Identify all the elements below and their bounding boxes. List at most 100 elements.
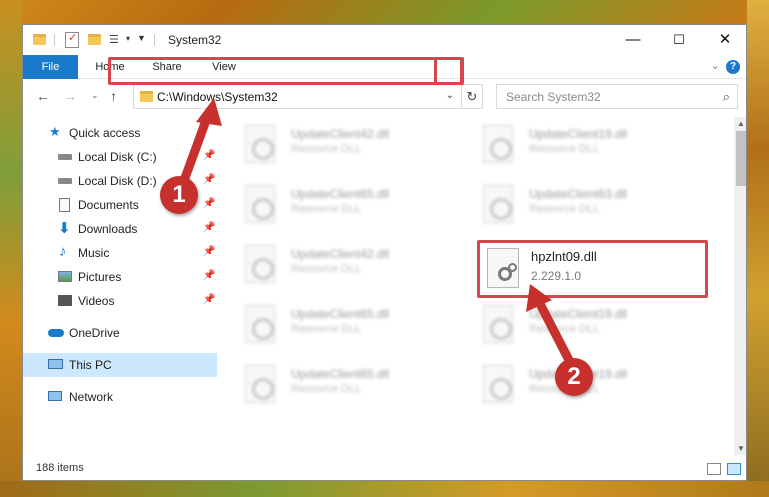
sidebar-item-pictures[interactable]: Pictures 📌 [23,265,217,289]
sidebar-item-this-pc[interactable]: This PC [23,353,217,377]
pictures-icon [58,271,72,282]
search-placeholder: Search System32 [506,90,601,104]
dll-file-icon [483,365,513,403]
desktop-background-right [747,0,769,497]
dropdown-arrow-icon[interactable]: ▼ [137,33,146,49]
minimize-button[interactable]: — [610,25,656,55]
address-bar[interactable]: C:\Windows\System32 ⌄ [133,84,483,109]
divider [154,34,155,46]
dll-file-icon [483,185,513,223]
up-arrow-icon[interactable]: ↑ [110,88,117,104]
sidebar-item-label: Downloads [78,222,138,236]
file-type: Resource DLL [529,143,600,155]
file-type: Resource DLL [291,143,362,155]
folder-icon [140,91,153,102]
close-button[interactable]: ✕ [702,25,746,55]
list-item[interactable]: UpdateClient65.dll Resource DLL [245,303,455,353]
address-path[interactable]: C:\Windows\System32 [157,90,278,104]
sidebar-item-local-disk-c[interactable]: Local Disk (C:) 📌 [23,145,217,169]
file-type: Resource DLL [529,323,600,335]
file-name: UpdateClient65.dll [291,187,390,201]
pin-icon[interactable]: 📌 [203,150,215,161]
file-name: UpdateClient19.dll [529,307,628,321]
chevron-down-icon[interactable]: ⌄ [446,90,454,101]
sidebar-item-music[interactable]: ♪ Music 📌 [23,241,217,265]
folder-icon [33,32,46,48]
list-item[interactable]: UpdateClient19.dll Resource DLL [483,303,693,353]
customize-toolbar-icon[interactable]: ☰ [109,32,123,48]
maximize-button[interactable]: ☐ [656,25,702,55]
dll-file-icon [245,245,275,283]
chevron-down-icon[interactable]: ▾ [126,34,130,50]
item-count: 188 items [36,462,84,474]
list-item[interactable]: UpdateClient65.dll Resource DLL [245,363,455,413]
file-name: UpdateClient42.dll [291,127,390,141]
status-bar: 188 items [23,457,746,480]
dll-file-icon [245,365,275,403]
list-item[interactable]: UpdateClient42.dll Resource DLL [245,243,455,293]
details-view-icon[interactable] [707,463,721,475]
file-type: Resource DLL [291,323,362,335]
scroll-down-icon[interactable]: ▼ [737,444,745,453]
expand-ribbon-icon[interactable]: ⌄ [711,59,720,72]
search-icon[interactable]: ⌕ [723,89,730,105]
sidebar-item-quick-access[interactable]: ★ Quick access [23,121,217,145]
sidebar-item-label: Local Disk (C:) [78,150,157,164]
pin-icon[interactable]: 📌 [203,174,215,185]
drive-icon [58,154,72,160]
pin-icon[interactable]: 📌 [203,270,215,281]
list-item[interactable]: UpdateClient65.dll Resource DLL [245,183,455,233]
back-arrow-icon[interactable]: ← [36,88,50,104]
sidebar-item-label: Documents [78,198,139,212]
refresh-button[interactable]: ↻ [461,84,483,109]
file-type: Resource DLL [291,263,362,275]
sidebar-item-label: Quick access [69,126,141,140]
list-item[interactable]: UpdateClient63.dll Resource DLL [483,183,693,233]
list-item[interactable]: UpdateClient42.dll Resource DLL [245,123,455,173]
vertical-scrollbar[interactable]: ▲ ▼ [734,117,746,455]
sidebar-item-downloads[interactable]: ⬇ Downloads 📌 [23,217,217,241]
file-type: Resource DLL [529,203,600,215]
file-name: UpdateClient42.dll [291,247,390,261]
sidebar-item-label: Music [78,246,110,260]
file-name: UpdateClient65.dll [291,367,390,381]
sidebar-item-label: This PC [69,358,112,372]
properties-icon[interactable]: ✓ [65,32,79,48]
pin-icon[interactable]: 📌 [203,246,215,257]
search-input[interactable]: Search System32 ⌕ [496,84,738,109]
target-file-highlight [477,240,708,298]
sidebar-item-onedrive[interactable]: OneDrive [23,321,217,345]
large-icons-view-icon[interactable] [727,463,741,475]
sidebar-item-label: Network [69,390,114,404]
sidebar-item-network[interactable]: Network [23,385,217,409]
dll-file-icon [245,125,275,163]
pin-icon[interactable]: 📌 [203,294,215,305]
pin-icon[interactable]: 📌 [203,222,215,233]
desktop-background-left [0,0,22,497]
list-item[interactable]: UpdateClient19.dll Resource DLL [483,123,693,173]
new-folder-icon[interactable] [88,32,101,48]
scroll-up-icon[interactable]: ▲ [737,119,745,128]
navigation-pane: ★ Quick access Local Disk (C:) 📌 Local D… [23,117,217,457]
window-title: System32 [168,33,222,47]
dll-file-icon [483,305,513,343]
cloud-icon [48,329,64,337]
sidebar-item-label: Videos [78,294,115,308]
file-name: UpdateClient63.dll [529,187,628,201]
sidebar-item-videos[interactable]: Videos 📌 [23,289,217,313]
sidebar-item-label: Pictures [78,270,122,284]
pin-icon[interactable]: 📌 [203,198,215,209]
file-type: Resource DLL [291,203,362,215]
divider [54,34,55,46]
dll-file-icon [245,185,275,223]
help-icon[interactable]: ? [726,60,740,74]
scrollbar-thumb[interactable] [736,131,746,186]
star-icon: ★ [49,124,61,139]
recent-locations-icon[interactable]: ⌄ [91,90,99,101]
tab-file[interactable]: File [23,55,78,79]
network-icon [48,391,62,401]
refresh-highlight [434,57,464,85]
sidebar-item-label: OneDrive [69,326,120,340]
dll-file-icon [245,305,275,343]
forward-arrow-icon[interactable]: → [63,88,77,104]
